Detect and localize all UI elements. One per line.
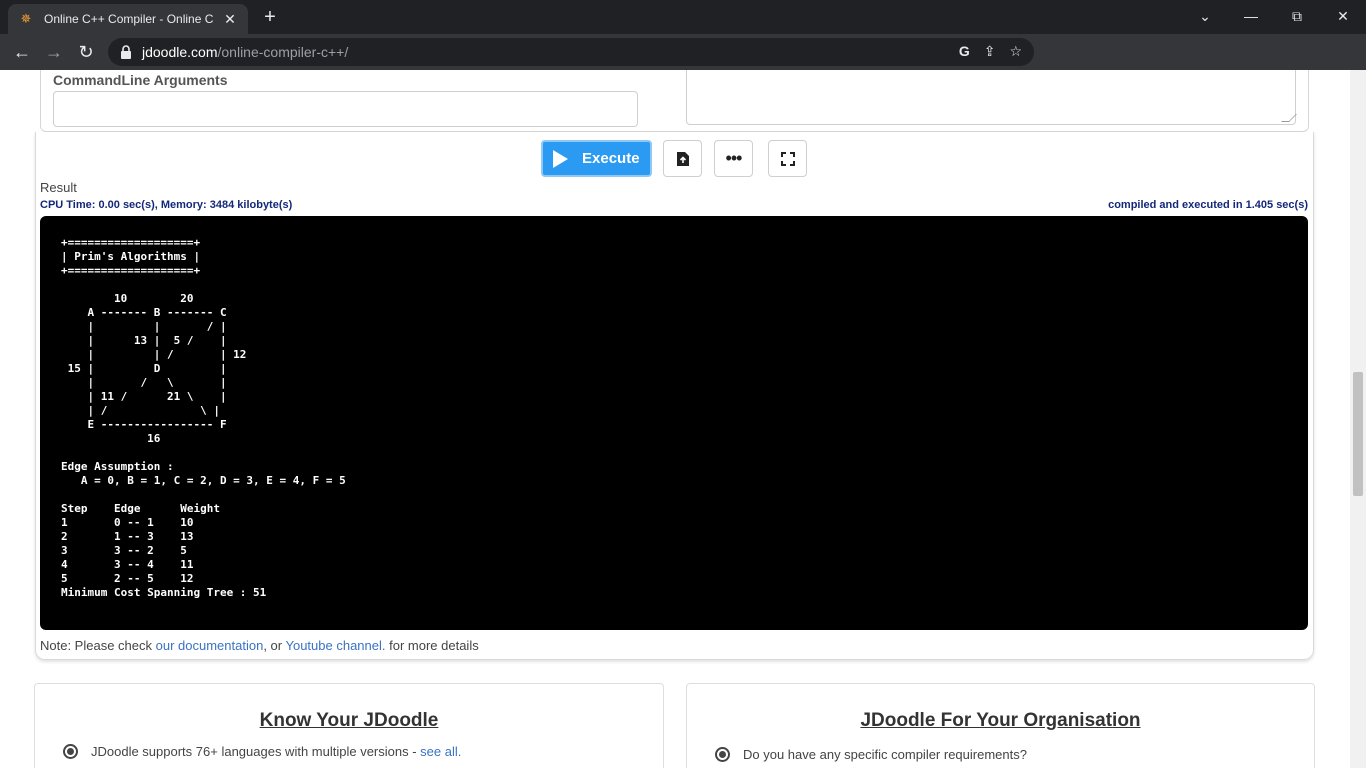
new-tab-icon[interactable]: + xyxy=(258,6,282,30)
minimize-icon[interactable]: — xyxy=(1228,0,1274,32)
browser-tab[interactable]: ✵ Online C++ Compiler - Online C ✕ xyxy=(8,4,248,34)
note-text: Note: Please check our documentation, or… xyxy=(40,638,479,653)
page-content: CommandLine Arguments Execute ••• Result… xyxy=(0,70,1366,768)
forward-icon[interactable]: → xyxy=(40,38,68,66)
stdin-textarea[interactable] xyxy=(686,70,1297,125)
know-jdoodle-card: Know Your JDoodle JDoodle supports 76+ l… xyxy=(34,683,664,768)
restore-icon[interactable]: ⧉ xyxy=(1274,0,1320,32)
languages-text: JDoodle supports 76+ languages with mult… xyxy=(91,744,417,759)
back-icon[interactable]: ← xyxy=(8,38,36,66)
result-title: Result xyxy=(40,180,77,195)
address-bar[interactable]: jdoodle.com/online-compiler-c++/ G ⇪ ☆ xyxy=(108,38,1034,66)
google-icon[interactable]: G xyxy=(959,43,970,60)
note-middle: , or xyxy=(263,638,286,653)
note-suffix: for more details xyxy=(385,638,479,653)
cpu-memory-info: CPU Time: 0.00 sec(s), Memory: 3484 kilo… xyxy=(40,199,293,211)
fullscreen-icon xyxy=(780,151,795,166)
jdoodle-favicon-icon: ✵ xyxy=(20,11,32,26)
close-tab-icon[interactable]: ✕ xyxy=(222,11,238,28)
bullet-radio-icon xyxy=(715,747,730,762)
documentation-link[interactable]: our documentation xyxy=(156,638,264,653)
know-jdoodle-title: Know Your JDoodle xyxy=(259,710,439,731)
scrollbar-thumb[interactable] xyxy=(1353,372,1363,496)
file-upload-icon xyxy=(676,151,689,166)
know-jdoodle-item: JDoodle supports 76+ languages with mult… xyxy=(63,744,461,759)
bullet-radio-icon xyxy=(63,744,78,759)
resize-handle-icon[interactable] xyxy=(1281,114,1297,122)
commandline-input[interactable] xyxy=(53,91,638,127)
close-window-icon[interactable]: ✕ xyxy=(1320,0,1366,32)
see-all-link[interactable]: see all. xyxy=(420,744,461,759)
tab-title: Online C++ Compiler - Online C xyxy=(44,12,214,26)
compiled-time-info: compiled and executed in 1.405 sec(s) xyxy=(1108,199,1308,211)
output-console[interactable]: +===================+ | Prim's Algorithm… xyxy=(40,216,1308,630)
commandline-label: CommandLine Arguments xyxy=(53,72,228,88)
tab-search-icon[interactable]: ⌄ xyxy=(1182,0,1228,32)
page-scrollbar[interactable] xyxy=(1350,70,1366,768)
tab-strip: ✵ Online C++ Compiler - Online C ✕ + ⌄ —… xyxy=(0,0,1366,34)
youtube-channel-link[interactable]: Youtube channel. xyxy=(285,638,385,653)
execute-label: Execute xyxy=(582,150,640,167)
execute-button[interactable]: Execute xyxy=(541,140,652,177)
program-output: +===================+ | Prim's Algorithm… xyxy=(61,236,346,599)
url-path: /online-compiler-c++/ xyxy=(217,44,349,60)
upload-file-button[interactable] xyxy=(663,140,702,177)
bookmark-star-icon[interactable]: ☆ xyxy=(1009,43,1022,60)
more-options-button[interactable]: ••• xyxy=(714,140,753,177)
organisation-card: JDoodle For Your Organisation Do you hav… xyxy=(686,683,1315,768)
compiler-requirements-text: Do you have any specific compiler requir… xyxy=(743,747,1027,762)
play-icon xyxy=(553,149,568,168)
note-prefix: Note: Please check xyxy=(40,638,156,653)
browser-toolbar: ← → ↻ jdoodle.com/online-compiler-c++/ G… xyxy=(0,34,1366,98)
reload-icon[interactable]: ↻ xyxy=(72,38,100,66)
organisation-item: Do you have any specific compiler requir… xyxy=(715,747,1027,762)
ellipsis-icon: ••• xyxy=(725,148,743,168)
fullscreen-button[interactable] xyxy=(768,140,807,177)
share-icon[interactable]: ⇪ xyxy=(984,43,996,60)
organisation-title: JDoodle For Your Organisation xyxy=(860,710,1141,731)
url-host: jdoodle.com xyxy=(142,44,218,60)
lock-icon xyxy=(121,45,131,59)
